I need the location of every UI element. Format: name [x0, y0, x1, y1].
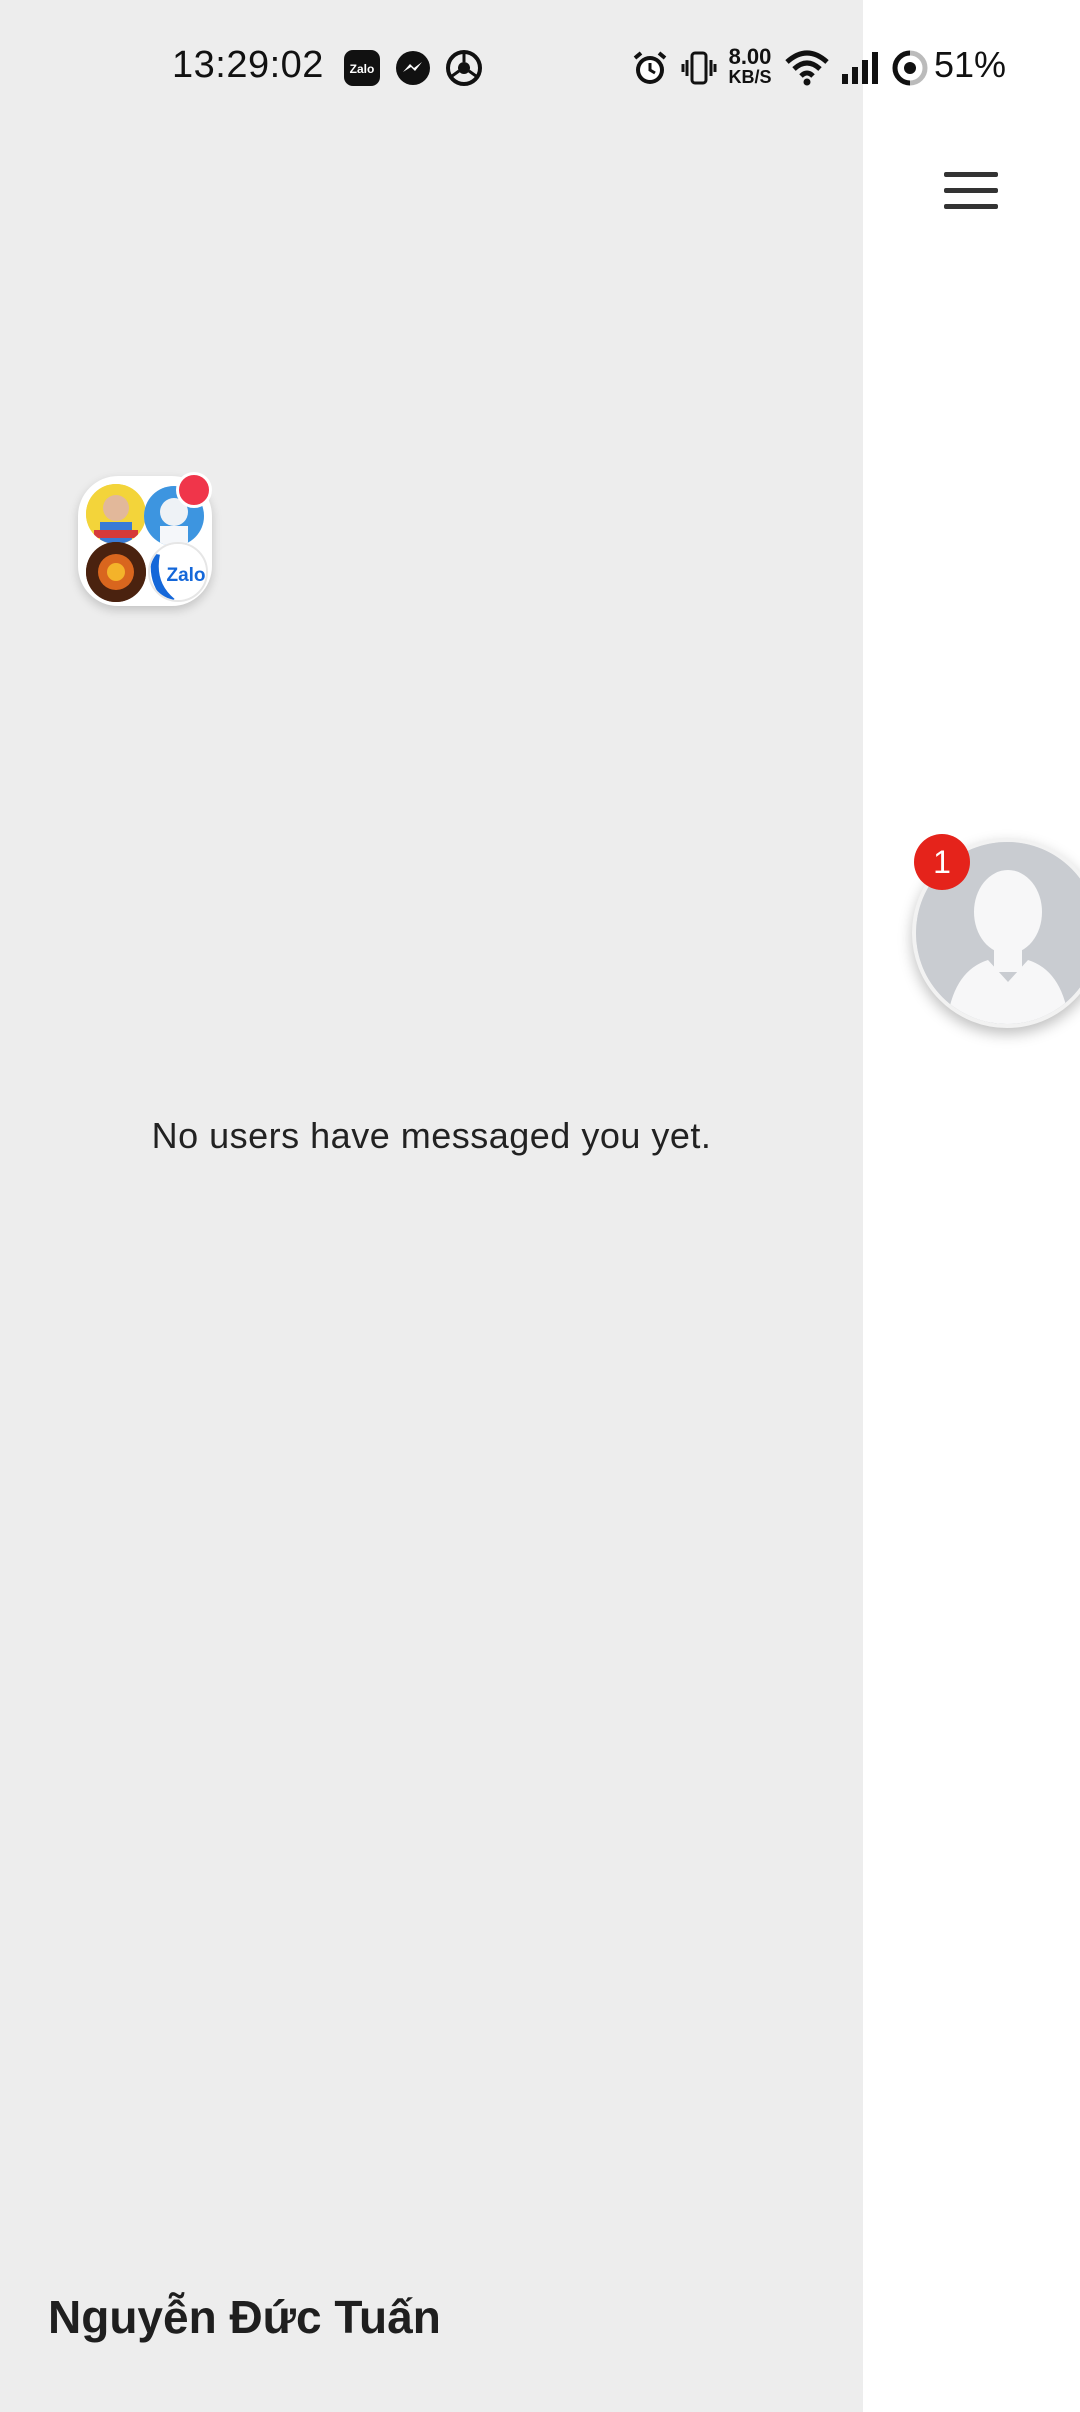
alarm-icon [630, 48, 670, 88]
notification-dot [176, 472, 212, 508]
contact-avatar [86, 542, 146, 602]
battery-ring-icon [890, 48, 930, 88]
chrome-icon [444, 48, 484, 88]
signal-icon [838, 48, 884, 88]
battery-percent: 51% [934, 44, 1007, 85]
status-bar: 13:29:02 Zalo 8.00 KB/S 51% [0, 0, 1080, 140]
zalo-icon: Zalo [342, 48, 382, 88]
main-content-area [863, 0, 1080, 2412]
left-drawer-panel [0, 0, 863, 2412]
app-group-bubble[interactable]: Zalo [78, 472, 212, 606]
wifi-icon [784, 48, 830, 88]
unread-badge: 1 [914, 834, 970, 890]
zalo-app-icon: Zalo [148, 542, 208, 602]
vibrate-icon [679, 48, 719, 88]
empty-state-message: No users have messaged you yet. [151, 1115, 712, 1156]
svg-text:Zalo: Zalo [350, 62, 375, 76]
svg-text:Zalo: Zalo [166, 565, 205, 586]
messenger-icon [393, 48, 433, 88]
menu-button[interactable] [930, 160, 1012, 222]
user-name: Nguyễn Đức Tuấn [48, 2291, 441, 2343]
contact-avatar [86, 484, 146, 544]
status-time: 13:29:02 [172, 44, 324, 86]
network-speed: 8.00 KB/S [728, 44, 772, 87]
menu-icon [944, 172, 998, 177]
